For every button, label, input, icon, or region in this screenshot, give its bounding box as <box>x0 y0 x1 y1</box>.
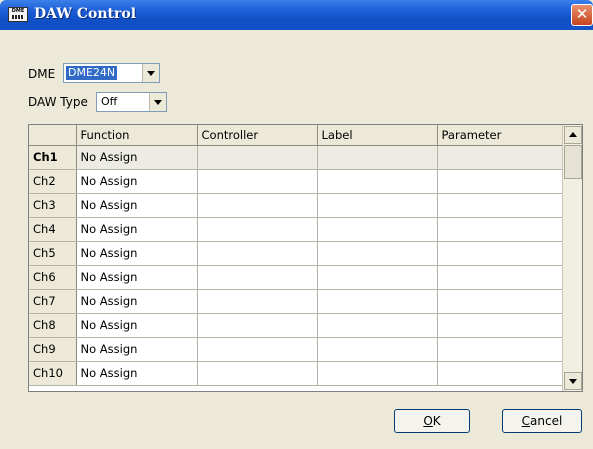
label-cell[interactable] <box>317 217 438 242</box>
column-header-parameter[interactable]: Parameter <box>437 125 564 146</box>
daw-type-label: DAW Type <box>28 95 88 109</box>
function-cell[interactable]: No Assign <box>76 241 198 266</box>
daw-type-select-value: Off <box>101 95 118 108</box>
label-cell[interactable] <box>317 241 438 266</box>
function-cell[interactable]: No Assign <box>76 313 198 338</box>
controller-cell[interactable] <box>197 361 318 386</box>
table-row[interactable]: Ch7 No Assign <box>29 289 564 314</box>
row-header[interactable]: Ch6 <box>29 265 77 290</box>
function-cell[interactable]: No Assign <box>76 217 198 242</box>
corner-header <box>29 125 77 146</box>
row-header[interactable]: Ch5 <box>29 241 77 266</box>
column-header-label[interactable]: Label <box>317 125 438 146</box>
daw-type-select[interactable]: Off <box>96 92 167 112</box>
scrollbar-thumb[interactable] <box>564 145 582 179</box>
dme-app-icon: DME <box>8 7 28 22</box>
scroll-up-arrow-icon[interactable] <box>564 126 582 144</box>
parameter-cell[interactable] <box>437 241 564 266</box>
table-row[interactable]: Ch6 No Assign <box>29 265 564 290</box>
row-header[interactable]: Ch3 <box>29 193 77 218</box>
app-icon-text: DME <box>11 8 25 14</box>
function-cell[interactable]: No Assign <box>76 361 198 386</box>
function-cell[interactable]: No Assign <box>76 337 198 362</box>
window-title: DAW Control <box>34 6 137 22</box>
label-cell[interactable] <box>317 337 438 362</box>
ok-mnemonic: O <box>423 414 433 428</box>
column-header-controller[interactable]: Controller <box>197 125 318 146</box>
row-header[interactable]: Ch7 <box>29 289 77 314</box>
row-header[interactable]: Ch2 <box>29 169 77 194</box>
parameter-cell[interactable] <box>437 193 564 218</box>
assignment-table: Function Controller Label Parameter Ch1 … <box>29 125 564 386</box>
scroll-down-arrow-icon[interactable] <box>564 372 582 390</box>
row-header[interactable]: Ch9 <box>29 337 77 362</box>
controller-cell[interactable] <box>197 313 318 338</box>
close-button[interactable]: ✕ <box>571 4 593 26</box>
dme-select[interactable]: DME24N <box>63 63 160 83</box>
parameter-cell[interactable] <box>437 265 564 290</box>
controller-cell[interactable] <box>197 217 318 242</box>
parameter-cell[interactable] <box>437 289 564 314</box>
function-cell[interactable]: No Assign <box>76 289 198 314</box>
chevron-down-icon[interactable] <box>149 93 166 111</box>
chevron-down-icon[interactable] <box>142 64 159 82</box>
parameter-cell[interactable] <box>437 313 564 338</box>
dme-select-value: DME24N <box>66 66 118 80</box>
column-header-function[interactable]: Function <box>76 125 198 146</box>
label-cell[interactable] <box>317 145 438 170</box>
parameter-cell[interactable] <box>437 361 564 386</box>
controller-cell[interactable] <box>197 241 318 266</box>
controller-cell[interactable] <box>197 169 318 194</box>
controller-cell[interactable] <box>197 145 318 170</box>
parameter-cell[interactable] <box>437 169 564 194</box>
table-row[interactable]: Ch9 No Assign <box>29 337 564 362</box>
function-cell[interactable]: No Assign <box>76 265 198 290</box>
table-row[interactable]: Ch10 No Assign <box>29 361 564 386</box>
table-row[interactable]: Ch1 No Assign <box>29 145 564 170</box>
controller-cell[interactable] <box>197 289 318 314</box>
label-cell[interactable] <box>317 289 438 314</box>
label-cell[interactable] <box>317 361 438 386</box>
cancel-label-rest: ancel <box>530 414 563 428</box>
table-row[interactable]: Ch3 No Assign <box>29 193 564 218</box>
label-cell[interactable] <box>317 169 438 194</box>
table-row[interactable]: Ch2 No Assign <box>29 169 564 194</box>
ok-button[interactable]: OK <box>394 409 470 433</box>
table-row[interactable]: Ch5 No Assign <box>29 241 564 266</box>
cancel-mnemonic: C <box>521 414 531 428</box>
row-header[interactable]: Ch1 <box>29 145 77 170</box>
controller-cell[interactable] <box>197 265 318 290</box>
function-cell[interactable]: No Assign <box>76 145 198 170</box>
cancel-button[interactable]: Cancel <box>502 409 582 433</box>
parameter-cell[interactable] <box>437 145 564 170</box>
assignment-grid: Function Controller Label Parameter Ch1 … <box>28 124 583 392</box>
daw-control-window: DME DAW Control ✕ DME DME24N DAW Type Of… <box>0 0 593 449</box>
close-icon: ✕ <box>575 5 589 23</box>
function-cell[interactable]: No Assign <box>76 193 198 218</box>
row-header[interactable]: Ch8 <box>29 313 77 338</box>
table-row[interactable]: Ch4 No Assign <box>29 217 564 242</box>
label-cell[interactable] <box>317 265 438 290</box>
dme-label: DME <box>28 67 56 81</box>
label-cell[interactable] <box>317 193 438 218</box>
parameter-cell[interactable] <box>437 217 564 242</box>
parameter-cell[interactable] <box>437 337 564 362</box>
row-header[interactable]: Ch4 <box>29 217 77 242</box>
ok-label-rest: K <box>432 414 441 428</box>
table-row[interactable]: Ch8 No Assign <box>29 313 564 338</box>
label-cell[interactable] <box>317 313 438 338</box>
controller-cell[interactable] <box>197 337 318 362</box>
row-header[interactable]: Ch10 <box>29 361 77 386</box>
vertical-scrollbar[interactable] <box>562 125 582 391</box>
table-header-row: Function Controller Label Parameter <box>29 125 564 146</box>
title-bar[interactable]: DME DAW Control ✕ <box>0 0 593 30</box>
function-cell[interactable]: No Assign <box>76 169 198 194</box>
controller-cell[interactable] <box>197 193 318 218</box>
